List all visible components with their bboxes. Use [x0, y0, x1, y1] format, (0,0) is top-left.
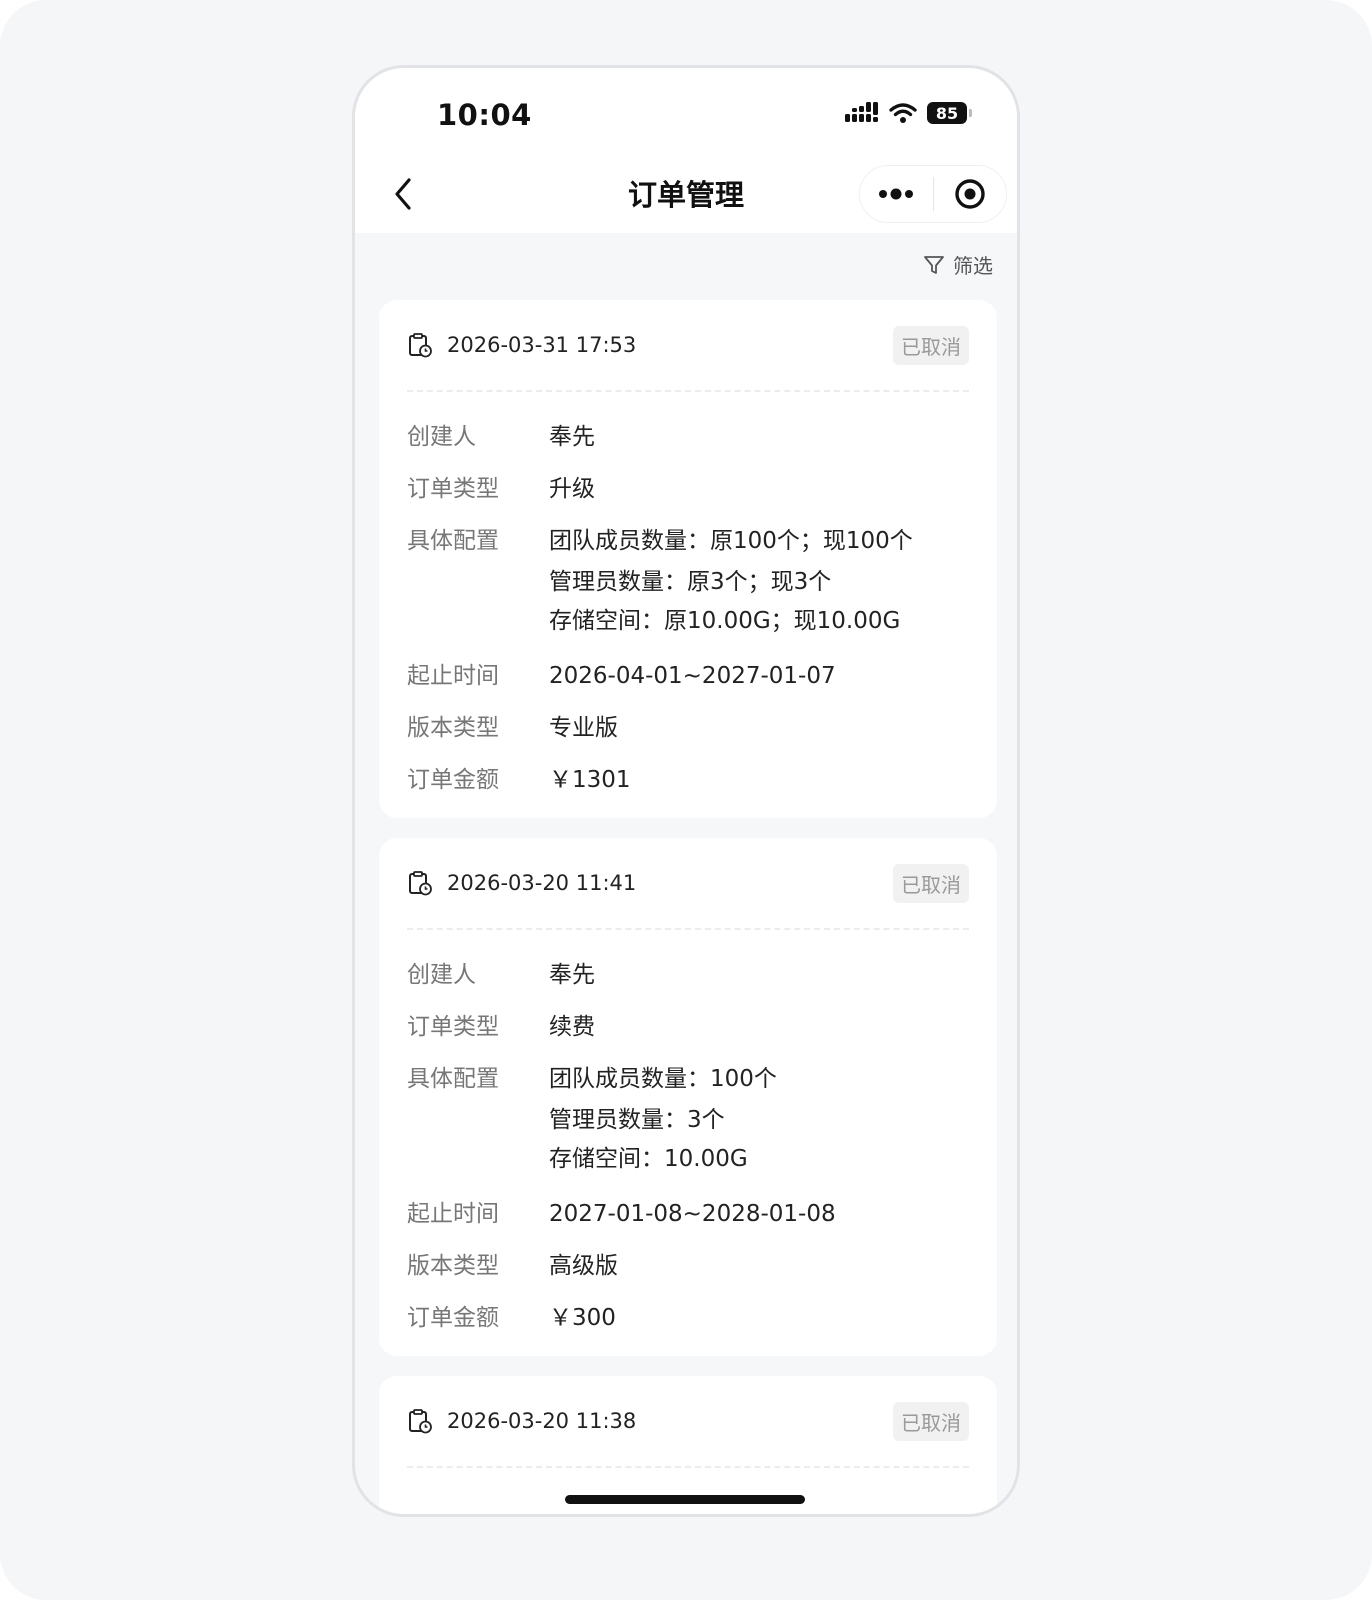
mini-program-capsule	[859, 165, 1007, 223]
clipboard-clock-icon	[409, 1409, 432, 1434]
label-amount: 订单金额	[407, 1305, 499, 1331]
label-order-type: 订单类型	[407, 1014, 499, 1040]
value-amount: ￥300	[549, 1305, 616, 1331]
row-amount: 订单金额 ￥1301	[407, 763, 969, 797]
config-line: 管理员数量：3个	[549, 1107, 725, 1133]
row-creator: 创建人 奉先	[407, 958, 969, 992]
close-mini-program-button[interactable]	[934, 166, 1007, 222]
label-period: 起止时间	[407, 663, 499, 689]
value-amount: ￥1301	[549, 767, 631, 793]
value-order-type: 续费	[549, 1014, 595, 1040]
label-config: 具体配置	[407, 528, 499, 554]
status-badge: 已取消	[893, 1401, 969, 1441]
more-button[interactable]	[860, 166, 933, 222]
home-indicator	[565, 1495, 805, 1504]
label-period: 起止时间	[407, 1201, 499, 1227]
status-time: 10:04	[437, 98, 532, 132]
value-config: 团队成员数量：100个 管理员数量：3个 存储空间：10.00G	[549, 1062, 777, 1179]
label-config: 具体配置	[407, 1066, 499, 1092]
config-line: 存储空间：10.00G	[549, 1146, 748, 1172]
config-line: 团队成员数量：原100个；现100个	[549, 528, 913, 554]
value-config: 团队成员数量：原100个；现100个 管理员数量：原3个；现3个 存储空间：原1…	[549, 524, 913, 641]
label-edition: 版本类型	[407, 715, 499, 741]
clipboard-clock-icon	[409, 333, 432, 358]
label-creator: 创建人	[407, 962, 476, 988]
clipboard-clock-icon	[409, 871, 432, 896]
header: 10:04 85 订单管理	[355, 68, 1017, 233]
more-dots-icon	[879, 188, 914, 200]
order-datetime: 2026-03-31 17:53	[447, 333, 637, 357]
order-card-header: 2026-03-20 11:38 已取消	[407, 1376, 969, 1468]
filter-button[interactable]: 筛选	[923, 250, 993, 279]
filter-label: 筛选	[953, 254, 993, 278]
order-datetime: 2026-03-20 11:38	[447, 1409, 637, 1433]
value-period: 2026-04-01~2027-01-07	[549, 663, 836, 689]
row-order-type: 订单类型 升级	[407, 472, 969, 506]
row-config: 具体配置 团队成员数量：原100个；现100个 管理员数量：原3个；现3个 存储…	[407, 524, 969, 641]
config-line: 团队成员数量：100个	[549, 1066, 777, 1092]
label-creator: 创建人	[407, 424, 476, 450]
row-edition: 版本类型 高级版	[407, 1249, 969, 1283]
config-line: 管理员数量：原3个；现3个	[549, 569, 832, 595]
value-edition: 高级版	[549, 1253, 618, 1279]
row-period: 起止时间 2027-01-08~2028-01-08	[407, 1197, 969, 1231]
battery-icon: 85	[927, 102, 972, 124]
row-amount: 订单金额 ￥300	[407, 1301, 969, 1335]
phone-frame: 10:04 85 订单管理 筛选 2026-03-31 17:53 已取消 创建…	[352, 65, 1020, 1517]
row-period: 起止时间 2026-04-01~2027-01-07	[407, 659, 969, 693]
wifi-icon	[889, 103, 917, 123]
order-card-header: 2026-03-20 11:41 已取消	[407, 838, 969, 930]
label-edition: 版本类型	[407, 1253, 499, 1279]
order-datetime: 2026-03-20 11:41	[447, 871, 637, 895]
order-details: 创建人 奉先 订单类型 续费 具体配置 团队成员数量：100个 管理员数量：3个…	[407, 930, 969, 1335]
value-creator: 奉先	[549, 424, 595, 450]
value-edition: 专业版	[549, 715, 618, 741]
status-badge: 已取消	[893, 325, 969, 365]
order-card-header: 2026-03-31 17:53 已取消	[407, 300, 969, 392]
target-circle-icon	[955, 179, 985, 209]
value-order-type: 升级	[549, 476, 595, 502]
value-creator: 奉先	[549, 962, 595, 988]
order-card[interactable]: 2026-03-31 17:53 已取消 创建人 奉先 订单类型 升级 具体配置…	[379, 300, 997, 818]
label-order-type: 订单类型	[407, 476, 499, 502]
row-order-type: 订单类型 续费	[407, 1010, 969, 1044]
order-details: 创建人 奉先 订单类型 升级 具体配置 团队成员数量：原100个；现100个 管…	[407, 392, 969, 797]
order-card[interactable]: 2026-03-20 11:41 已取消 创建人 奉先 订单类型 续费 具体配置…	[379, 838, 997, 1356]
label-amount: 订单金额	[407, 767, 499, 793]
row-edition: 版本类型 专业版	[407, 711, 969, 745]
status-icons: 85	[845, 102, 972, 124]
config-line: 存储空间：原10.00G；现10.00G	[549, 608, 901, 634]
status-badge: 已取消	[893, 863, 969, 903]
cellular-signal-icon	[845, 102, 878, 122]
value-period: 2027-01-08~2028-01-08	[549, 1201, 836, 1227]
screen-background: 10:04 85 订单管理 筛选 2026-03-31 17:53 已取消 创建…	[0, 0, 1372, 1600]
row-config: 具体配置 团队成员数量：100个 管理员数量：3个 存储空间：10.00G	[407, 1062, 969, 1179]
filter-funnel-icon	[924, 255, 944, 274]
row-creator: 创建人 奉先	[407, 420, 969, 454]
